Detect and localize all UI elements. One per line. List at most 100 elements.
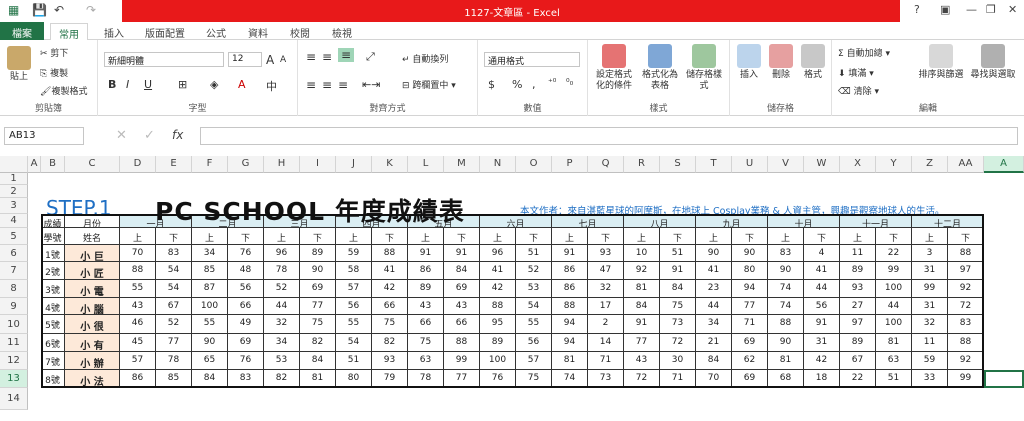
score-cell[interactable]: 85	[156, 370, 192, 388]
conditional-format-button[interactable]: 設定格式化的條件	[592, 44, 636, 92]
format-as-table-button[interactable]: 格式化為表格	[640, 44, 680, 92]
student-id[interactable]: 5號	[41, 315, 65, 334]
half-header[interactable]: 上	[192, 228, 228, 245]
score-cell[interactable]: 51	[516, 245, 552, 262]
score-cell[interactable]: 14	[588, 334, 624, 352]
score-cell[interactable]: 76	[228, 352, 264, 370]
score-cell[interactable]: 91	[804, 315, 840, 334]
score-cell[interactable]: 67	[840, 352, 876, 370]
score-cell[interactable]: 23	[696, 280, 732, 298]
align-right-icon[interactable]: ≡	[338, 78, 348, 92]
score-cell[interactable]: 11	[912, 334, 948, 352]
autosum-button[interactable]: Σ 自動加總 ▾	[838, 46, 890, 59]
row-header[interactable]: 3	[0, 198, 28, 214]
score-cell[interactable]: 55	[192, 315, 228, 334]
student-name[interactable]: 小 很	[65, 315, 120, 334]
score-cell[interactable]: 69	[300, 280, 336, 298]
score-cell[interactable]: 27	[840, 298, 876, 315]
increase-decimal-icon[interactable]: ⁺⁰	[548, 78, 556, 88]
column-header[interactable]: A	[28, 156, 41, 173]
half-header[interactable]: 下	[804, 228, 840, 245]
score-cell[interactable]: 51	[660, 245, 696, 262]
select-all-corner[interactable]	[0, 156, 28, 173]
formula-input[interactable]	[200, 127, 1018, 145]
student-id[interactable]: 3號	[41, 280, 65, 298]
number-format-select[interactable]: 通用格式	[484, 52, 580, 67]
score-cell[interactable]: 66	[372, 298, 408, 315]
score-cell[interactable]: 70	[696, 370, 732, 388]
score-cell[interactable]: 86	[408, 262, 444, 280]
score-cell[interactable]: 63	[876, 352, 912, 370]
font-size-select[interactable]: 12	[228, 52, 262, 67]
score-cell[interactable]: 100	[876, 315, 912, 334]
score-cell[interactable]: 89	[300, 245, 336, 262]
half-header[interactable]: 上	[840, 228, 876, 245]
score-cell[interactable]: 63	[408, 352, 444, 370]
half-header[interactable]: 上	[336, 228, 372, 245]
score-cell[interactable]: 86	[552, 280, 588, 298]
score-cell[interactable]: 81	[624, 280, 660, 298]
score-cell[interactable]: 74	[768, 280, 804, 298]
score-cell[interactable]: 90	[300, 262, 336, 280]
paste-button[interactable]: 貼上	[4, 46, 34, 83]
score-cell[interactable]: 74	[552, 370, 588, 388]
tab-formulas[interactable]: 公式	[206, 25, 226, 40]
italic-button[interactable]: I	[126, 78, 129, 91]
score-cell[interactable]: 44	[876, 298, 912, 315]
score-cell[interactable]: 55	[336, 315, 372, 334]
align-left-icon[interactable]: ≡	[306, 78, 316, 92]
score-cell[interactable]: 99	[444, 352, 480, 370]
percent-button[interactable]: %	[512, 78, 522, 91]
score-cell[interactable]: 54	[336, 334, 372, 352]
insert-cells-button[interactable]: 插入	[734, 44, 764, 81]
fill-button[interactable]: ⬇ 填滿 ▾	[838, 66, 874, 79]
score-cell[interactable]: 2	[588, 315, 624, 334]
score-cell[interactable]: 66	[408, 315, 444, 334]
format-painter-button[interactable]: 🖌複製格式	[40, 84, 87, 97]
score-cell[interactable]: 88	[120, 262, 156, 280]
score-cell[interactable]: 94	[732, 280, 768, 298]
score-cell[interactable]: 56	[516, 334, 552, 352]
half-header[interactable]: 上	[696, 228, 732, 245]
tab-review[interactable]: 校閱	[290, 25, 310, 40]
score-cell[interactable]: 83	[228, 370, 264, 388]
score-cell[interactable]: 88	[948, 245, 984, 262]
score-cell[interactable]: 75	[660, 298, 696, 315]
ribbon-options-icon[interactable]: ▣	[940, 3, 950, 16]
score-cell[interactable]: 33	[912, 370, 948, 388]
score-cell[interactable]: 46	[120, 315, 156, 334]
fill-color-icon[interactable]: ◈	[210, 78, 218, 91]
column-header[interactable]: V	[768, 156, 804, 173]
score-cell[interactable]: 44	[696, 298, 732, 315]
score-cell[interactable]: 42	[480, 280, 516, 298]
score-cell[interactable]: 32	[264, 315, 300, 334]
score-cell[interactable]: 56	[336, 298, 372, 315]
score-cell[interactable]: 4	[804, 245, 840, 262]
cell-styles-button[interactable]: 儲存格樣式	[684, 44, 724, 92]
column-header[interactable]: K	[372, 156, 408, 173]
score-cell[interactable]: 90	[192, 334, 228, 352]
score-cell[interactable]: 43	[624, 352, 660, 370]
row-header[interactable]: 14	[0, 388, 28, 410]
column-header[interactable]: C	[65, 156, 120, 173]
score-cell[interactable]: 57	[336, 280, 372, 298]
student-name[interactable]: 小 電	[65, 280, 120, 298]
score-cell[interactable]: 68	[768, 370, 804, 388]
score-cell[interactable]: 48	[228, 262, 264, 280]
student-name[interactable]: 小 有	[65, 334, 120, 352]
score-cell[interactable]: 71	[660, 370, 696, 388]
score-cell[interactable]: 47	[588, 262, 624, 280]
score-cell[interactable]: 72	[660, 334, 696, 352]
score-cell[interactable]: 81	[768, 352, 804, 370]
column-header[interactable]: J	[336, 156, 372, 173]
score-cell[interactable]: 93	[840, 280, 876, 298]
score-cell[interactable]: 31	[912, 298, 948, 315]
half-header[interactable]: 上	[408, 228, 444, 245]
align-middle-icon[interactable]: ≡	[322, 50, 332, 64]
score-cell[interactable]: 100	[192, 298, 228, 315]
score-cell[interactable]: 87	[192, 280, 228, 298]
score-cell[interactable]: 69	[732, 370, 768, 388]
column-header[interactable]: Y	[876, 156, 912, 173]
score-cell[interactable]: 88	[948, 334, 984, 352]
row-header[interactable]: 11	[0, 334, 28, 352]
